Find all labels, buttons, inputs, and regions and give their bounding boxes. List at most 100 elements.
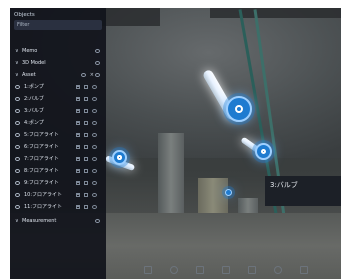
trash-icon[interactable]	[76, 109, 80, 113]
focus-icon[interactable]	[84, 169, 88, 173]
trash-icon[interactable]	[76, 121, 80, 125]
trash-icon[interactable]	[76, 169, 80, 173]
layers-icon[interactable]	[196, 266, 204, 274]
eye-icon[interactable]	[81, 73, 86, 77]
eye-icon[interactable]	[92, 121, 97, 125]
eye-icon[interactable]	[92, 157, 97, 161]
asset-label: 4:ポンプ	[24, 120, 44, 126]
objects-panel: Objects ∨ Memo ∨ 3D Model ∨ Asset × 1:ポン…	[10, 8, 106, 279]
asset-hotspot[interactable]	[112, 150, 127, 165]
trash-icon[interactable]	[76, 145, 80, 149]
asset-hotspot[interactable]	[225, 189, 232, 196]
asset-label: 9:フロアライト	[24, 180, 59, 186]
eye-icon[interactable]	[92, 169, 97, 173]
group-memo[interactable]: ∨ Memo	[10, 46, 106, 56]
close-icon[interactable]: ×	[90, 70, 94, 80]
eye-icon[interactable]	[15, 145, 20, 149]
list-item[interactable]: 10:フロアライト	[10, 190, 106, 200]
list-item[interactable]: 3:バルブ	[10, 106, 106, 116]
eye-icon[interactable]	[15, 169, 20, 173]
asset-tooltip[interactable]: 3:バルブ	[265, 176, 341, 206]
eye-icon[interactable]	[92, 205, 97, 209]
focus-icon[interactable]	[84, 145, 88, 149]
eye-icon[interactable]	[15, 109, 20, 113]
trash-icon[interactable]	[76, 85, 80, 89]
hotspot-icon	[261, 149, 266, 154]
focus-icon[interactable]	[84, 133, 88, 137]
eye-icon[interactable]	[15, 121, 20, 125]
asset-label: 1:ポンプ	[24, 84, 44, 90]
tooltip-label: 3:バルブ	[270, 181, 298, 189]
asset-hotspot[interactable]	[226, 96, 252, 122]
list-item[interactable]: 8:フロアライト	[10, 166, 106, 176]
eye-icon[interactable]	[15, 97, 20, 101]
ceiling-beam	[210, 8, 341, 18]
focus-icon[interactable]	[84, 97, 88, 101]
hotspot-icon	[234, 104, 244, 114]
trash-icon[interactable]	[76, 181, 80, 185]
group-label: Memo	[22, 48, 38, 54]
list-item[interactable]: 6:フロアライト	[10, 142, 106, 152]
chevron-down-icon[interactable]: ∨	[15, 70, 19, 80]
eye-icon[interactable]	[95, 219, 100, 223]
chevron-down-icon[interactable]: ∨	[15, 216, 19, 226]
asset-label: 2:バルブ	[24, 96, 44, 102]
eye-icon[interactable]	[92, 193, 97, 197]
eye-icon[interactable]	[15, 157, 20, 161]
pin-icon[interactable]	[170, 266, 178, 274]
focus-icon[interactable]	[84, 205, 88, 209]
focus-icon[interactable]	[84, 157, 88, 161]
group-3d-model[interactable]: ∨ 3D Model	[10, 58, 106, 68]
settings-icon[interactable]	[274, 266, 282, 274]
measure-icon[interactable]	[144, 266, 152, 274]
asset-hotspot[interactable]	[255, 143, 272, 160]
fullscreen-icon[interactable]	[300, 266, 308, 274]
trash-icon[interactable]	[76, 133, 80, 137]
focus-icon[interactable]	[84, 181, 88, 185]
list-item[interactable]: 11:フロアライト	[10, 202, 106, 212]
group-label: Measurement	[22, 218, 57, 224]
focus-icon[interactable]	[84, 109, 88, 113]
eye-icon[interactable]	[92, 109, 97, 113]
list-item[interactable]: 4:ポンプ	[10, 118, 106, 128]
eye-icon[interactable]	[15, 85, 20, 89]
filter-input[interactable]	[14, 20, 101, 30]
chevron-down-icon[interactable]: ∨	[15, 46, 19, 56]
ceiling-beam	[100, 8, 160, 26]
trash-icon[interactable]	[76, 97, 80, 101]
eye-icon[interactable]	[95, 73, 100, 77]
eye-icon[interactable]	[92, 85, 97, 89]
share-icon[interactable]	[248, 266, 256, 274]
eye-icon[interactable]	[92, 145, 97, 149]
hotspot-icon	[117, 155, 122, 160]
map-icon[interactable]	[222, 266, 230, 274]
group-label: Asset	[22, 72, 36, 78]
eye-icon[interactable]	[95, 49, 100, 53]
filter-box[interactable]	[14, 20, 102, 30]
list-item[interactable]: 7:フロアライト	[10, 154, 106, 164]
eye-icon[interactable]	[92, 97, 97, 101]
focus-icon[interactable]	[84, 193, 88, 197]
list-item[interactable]: 9:フロアライト	[10, 178, 106, 188]
trash-icon[interactable]	[76, 157, 80, 161]
list-item[interactable]: 5:フロアライト	[10, 130, 106, 140]
chevron-down-icon[interactable]: ∨	[15, 58, 19, 68]
group-measurement[interactable]: ∨ Measurement	[10, 216, 106, 226]
eye-icon[interactable]	[92, 181, 97, 185]
group-asset[interactable]: ∨ Asset ×	[10, 70, 106, 80]
eye-icon[interactable]	[15, 181, 20, 185]
eye-icon[interactable]	[15, 133, 20, 137]
eye-icon[interactable]	[95, 61, 100, 65]
eye-icon[interactable]	[15, 193, 20, 197]
viewer-toolbar	[140, 264, 330, 276]
list-item[interactable]: 2:バルブ	[10, 94, 106, 104]
panel-title: Objects	[14, 12, 35, 18]
eye-icon[interactable]	[15, 205, 20, 209]
focus-icon[interactable]	[84, 85, 88, 89]
trash-icon[interactable]	[76, 205, 80, 209]
trash-icon[interactable]	[76, 193, 80, 197]
focus-icon[interactable]	[84, 121, 88, 125]
group-label: 3D Model	[22, 60, 46, 66]
eye-icon[interactable]	[92, 133, 97, 137]
list-item[interactable]: 1:ポンプ	[10, 82, 106, 92]
